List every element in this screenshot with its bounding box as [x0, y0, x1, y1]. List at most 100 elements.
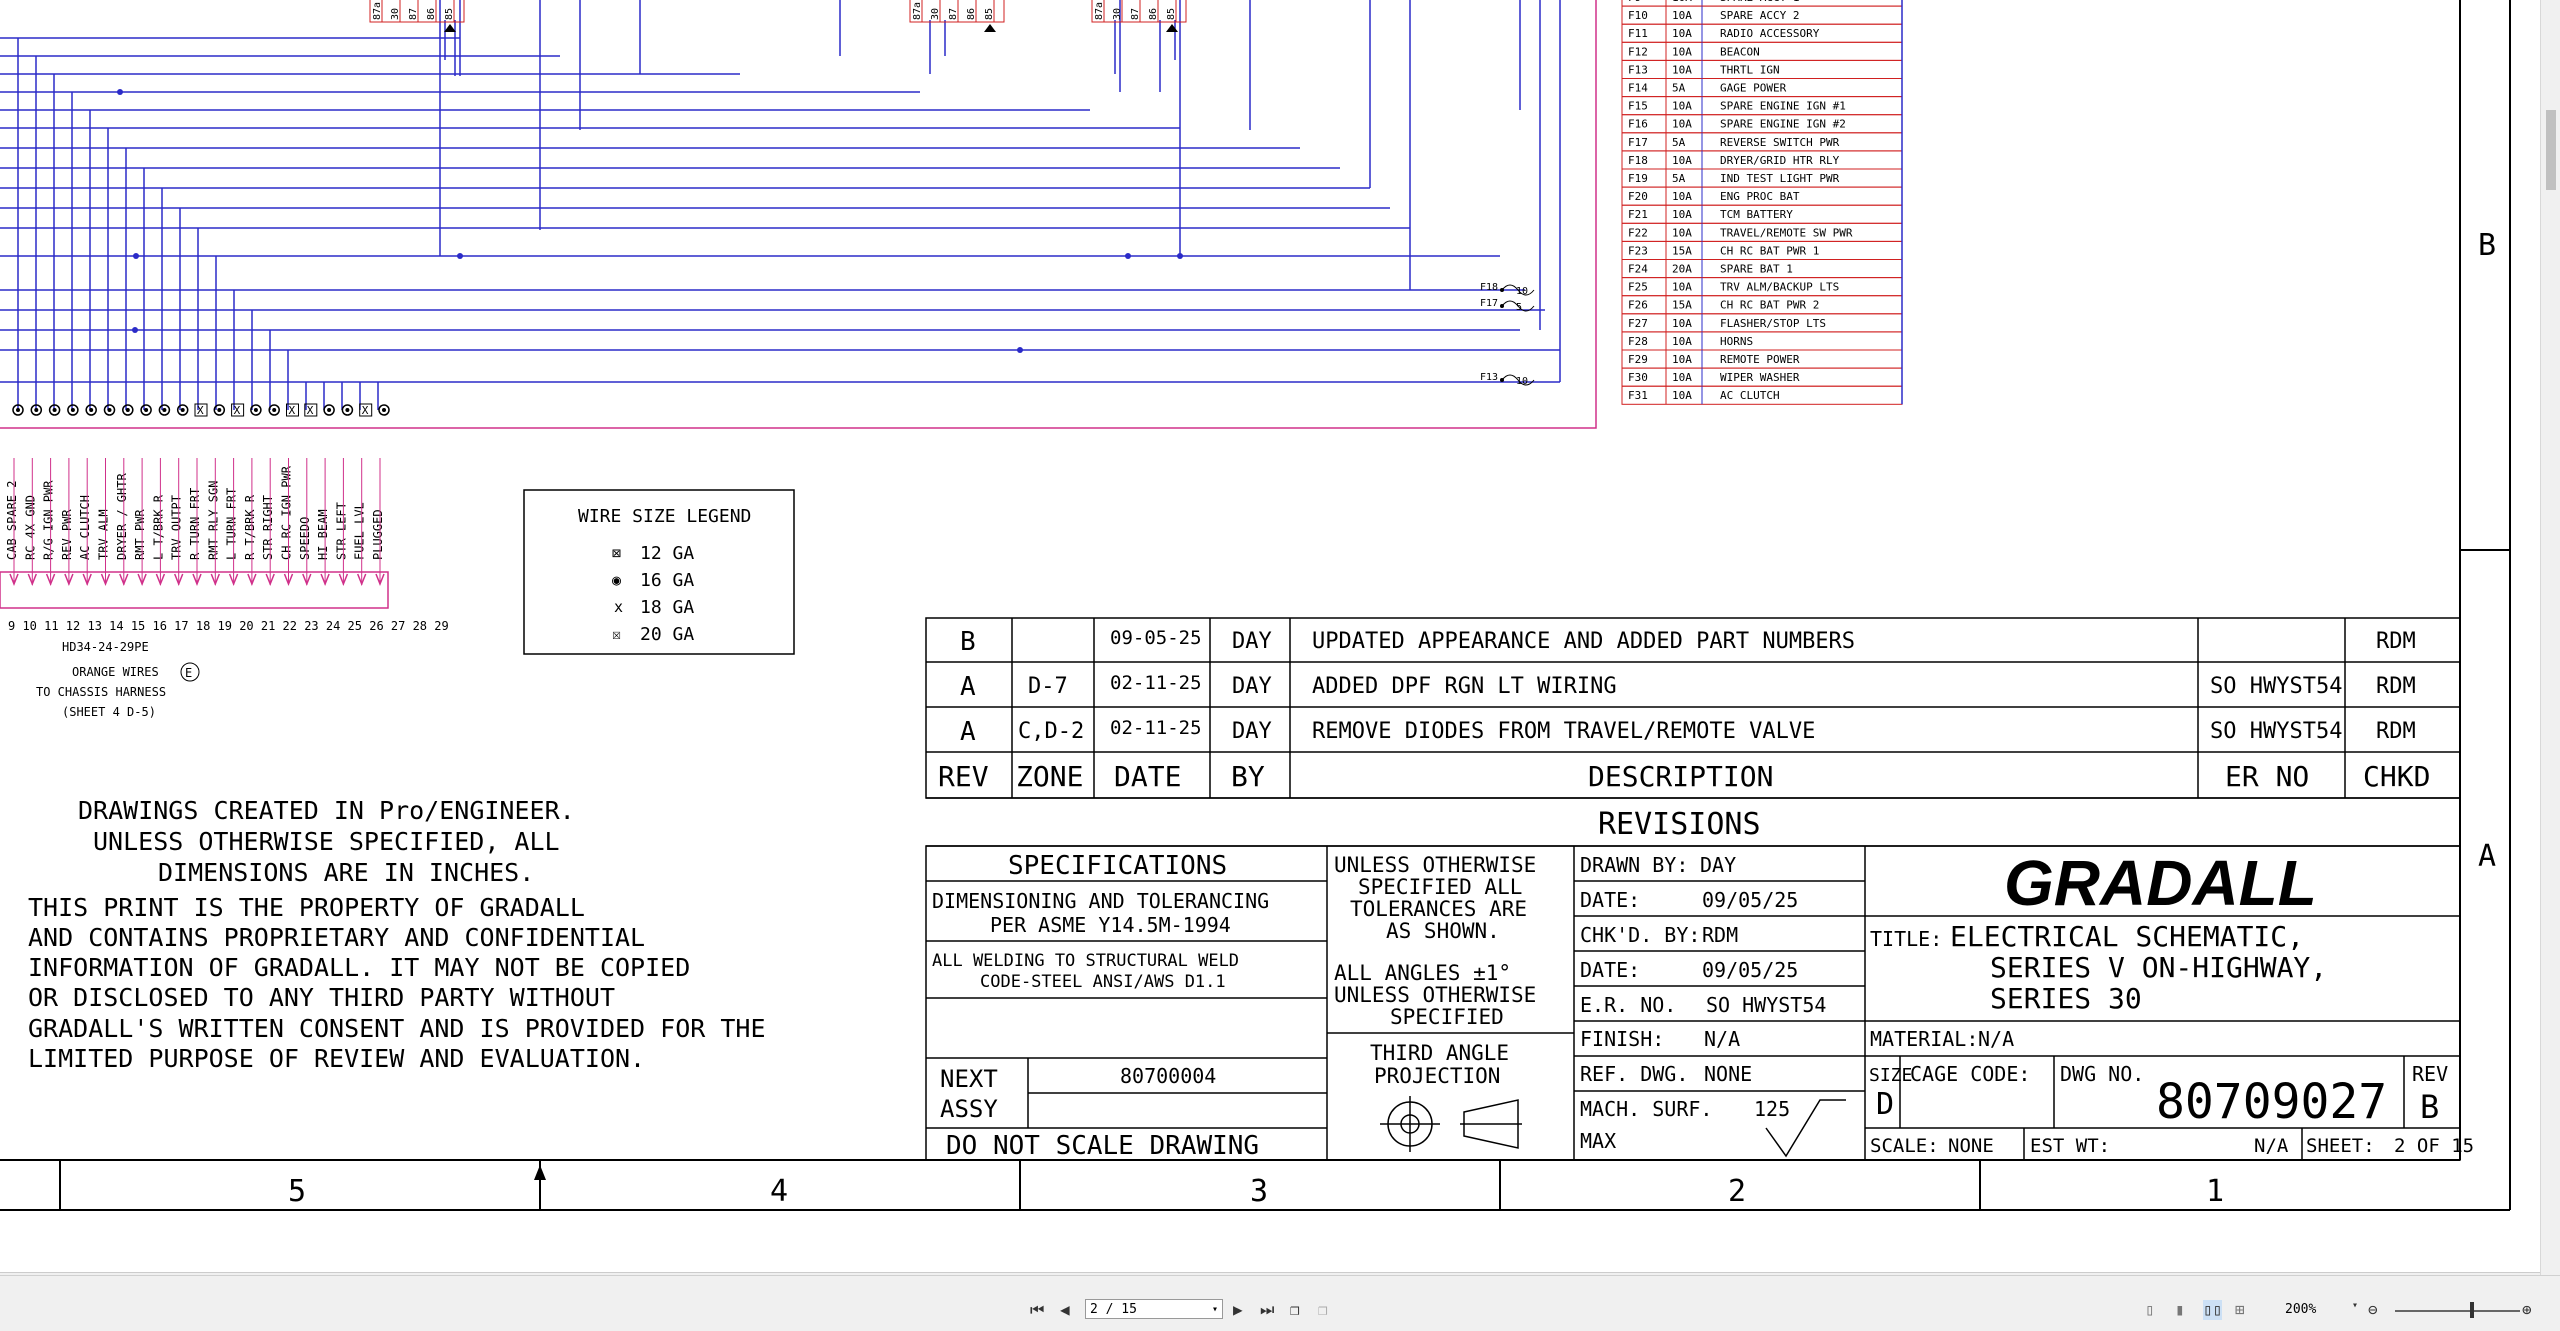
- svg-text:SERIES V ON-HIGHWAY,: SERIES V ON-HIGHWAY,: [1990, 951, 2327, 984]
- svg-text:RDM: RDM: [2376, 719, 2416, 744]
- fuse-desc: DRYER/GRID HTR RLY: [1720, 154, 1840, 167]
- fuse-row: F22 10A TRAVEL/REMOTE SW PWR: [1621, 222, 1903, 242]
- fuse-row: F27 10A FLASHER/STOP LTS: [1621, 313, 1903, 333]
- fit-width-icon[interactable]: ⊞: [2235, 1300, 2245, 1320]
- chevron-down-icon[interactable]: ▾: [1212, 1300, 1218, 1320]
- note-created-1: DRAWINGS CREATED IN Pro/ENGINEER.: [78, 796, 575, 825]
- vertical-scroll-thumb[interactable]: [2546, 110, 2556, 190]
- fuse-amps: 5A: [1672, 136, 1686, 149]
- svg-text:B: B: [960, 627, 976, 657]
- relay-r2: 87a 30 87 86 85: [909, 0, 1005, 32]
- fuse-desc: AC CLUTCH: [1720, 389, 1780, 402]
- wire-label: L T/BRK R: [151, 494, 165, 560]
- svg-text:SO HWYST54: SO HWYST54: [1706, 993, 1826, 1017]
- svg-text:2: 2: [1728, 1174, 1746, 1209]
- wire-label: RMT PWR: [133, 509, 147, 560]
- zoom-slider[interactable]: [2395, 1310, 2520, 1312]
- last-page-icon[interactable]: ⏭: [1260, 1300, 1274, 1320]
- fuse-id: F24: [1628, 263, 1648, 276]
- fuse-tap: F13 10: [1480, 372, 1535, 387]
- svg-text:87a: 87a: [372, 2, 383, 20]
- note-property-5: GRADALL'S WRITTEN CONSENT AND IS PROVIDE…: [28, 1014, 766, 1043]
- zoom-level[interactable]: 200%: [2285, 1302, 2316, 1317]
- svg-text:C,D-2: C,D-2: [1018, 719, 1084, 744]
- fuse-row: F23 15A CH RC BAT PWR 1: [1621, 240, 1903, 260]
- copy-page-icon[interactable]: ❐: [1290, 1300, 1300, 1320]
- svg-text:5: 5: [288, 1174, 306, 1209]
- fuse-desc: RADIO ACCESSORY: [1720, 27, 1820, 40]
- fuse-amps: 10A: [1672, 9, 1692, 22]
- fuse-amps: 10A: [1672, 208, 1692, 221]
- zoom-in-icon[interactable]: ⊕: [2522, 1300, 2532, 1320]
- connector-pin: X: [231, 403, 245, 417]
- svg-text:SO HWYST54: SO HWYST54: [2210, 674, 2342, 699]
- svg-text:02-11-25: 02-11-25: [1110, 672, 1202, 694]
- svg-text:CAGE CODE:: CAGE CODE:: [1910, 1062, 2030, 1086]
- wire-size-legend: WIRE SIZE LEGEND ⊠ 12 GA ◉ 16 GA x 18 GA…: [523, 489, 795, 655]
- wire-labels: CAB SPARE 2 RC 4X GND R/G IGN PWR REV PWR AC…: [5, 458, 385, 585]
- svg-text:2 OF 15: 2 OF 15: [2394, 1135, 2474, 1157]
- fuse-desc: SPARE ACCY 2: [1720, 9, 1799, 22]
- fuse-row: F20 10A ENG PROC BAT: [1621, 186, 1903, 206]
- svg-text:85: 85: [1166, 8, 1177, 20]
- svg-text:REMOVE DIODES FROM TRAVEL/REMO: REMOVE DIODES FROM TRAVEL/REMOTE VALVE: [1312, 719, 1815, 744]
- fuse-desc: WIPER WASHER: [1720, 371, 1800, 384]
- connector-part: HD34-24-29PE: [62, 640, 149, 654]
- svg-text:87a: 87a: [1094, 2, 1105, 20]
- svg-text:THIRD ANGLE: THIRD ANGLE: [1370, 1041, 1509, 1065]
- zoom-out-icon[interactable]: ⊖: [2368, 1300, 2378, 1320]
- svg-text:NONE: NONE: [1704, 1062, 1752, 1086]
- fuse-id: F25: [1628, 281, 1648, 294]
- wire-label: L TURN FRT: [225, 488, 239, 560]
- connector-pin: [176, 404, 189, 416]
- zoom-slider-knob[interactable]: [2470, 1302, 2474, 1318]
- svg-text:REV: REV: [938, 760, 989, 793]
- paste-page-icon[interactable]: ❐: [1318, 1300, 1328, 1320]
- svg-text:CHKD: CHKD: [2363, 760, 2430, 793]
- connector-pin: X: [359, 403, 373, 417]
- revisions-title: REVISIONS: [1598, 807, 1761, 842]
- first-page-icon[interactable]: ⏮: [1030, 1300, 1044, 1320]
- fuse-id: F20: [1628, 190, 1648, 203]
- wire-label: AC CLUTCH: [78, 495, 92, 560]
- fuse-id: F29: [1628, 353, 1648, 366]
- wiring-lines: [0, 0, 1561, 410]
- fuse-amps: 10A: [1672, 317, 1692, 330]
- fuse-table: F9 10A SPARE ACCY 1 F10 10A SPARE ACCY 2 F11 10…: [1621, 0, 1903, 405]
- fuse-row: F28 10A HORNS: [1621, 331, 1903, 351]
- fuse-id: F9: [1628, 0, 1641, 4]
- harness-outline: [0, 0, 1597, 429]
- legend-mark-3: x: [614, 598, 623, 616]
- next-page-icon[interactable]: ▶: [1233, 1300, 1243, 1320]
- svg-text:DATE:: DATE:: [1580, 958, 1640, 982]
- continuous-view-icon[interactable]: ▮: [2175, 1300, 2185, 1320]
- fuse-row: F13 10A THRTL IGN: [1621, 59, 1903, 80]
- svg-text:ALL WELDING TO STRUCTURAL WELD: ALL WELDING TO STRUCTURAL WELD: [932, 951, 1239, 971]
- pin-numbers: 9 10 11 12 13 14 15 16 17 18 19 20 21 22…: [8, 619, 449, 633]
- wire-label: RMT RLY SGN: [206, 481, 220, 560]
- page-number-input[interactable]: 2 / 15 ▾: [1085, 1299, 1223, 1319]
- previous-page-icon[interactable]: ◀: [1060, 1300, 1070, 1320]
- svg-text:F18: F18: [1480, 282, 1498, 293]
- svg-text:09/05/25: 09/05/25: [1702, 888, 1798, 912]
- svg-text:3: 3: [1250, 1174, 1268, 1209]
- fuse-row: F16 10A SPARE ENGINE IGN #2: [1621, 114, 1903, 134]
- note-property-3: INFORMATION OF GRADALL. IT MAY NOT BE CO…: [28, 953, 690, 982]
- fuse-id: F28: [1628, 335, 1648, 348]
- connector-note-1: ORANGE WIRES: [72, 665, 159, 679]
- two-page-view-icon[interactable]: ▯▯: [2203, 1300, 2223, 1320]
- fuse-id: F31: [1628, 389, 1648, 402]
- wire-label: TRV OUTPT: [170, 495, 184, 560]
- zoom-dropdown-icon[interactable]: ▾: [2352, 1300, 2358, 1320]
- fuse-amps: 10A: [1672, 45, 1692, 58]
- svg-text:86: 86: [966, 8, 977, 20]
- svg-text:X: X: [289, 404, 296, 417]
- relay-r3: 87a 30 87 86 85: [1091, 0, 1187, 32]
- wire-label: STR RIGHT: [261, 495, 275, 560]
- svg-text:SPECIFICATIONS: SPECIFICATIONS: [1008, 851, 1227, 881]
- connector-pin: [378, 404, 390, 416]
- svg-text:CODE-STEEL ANSI/AWS D1.1: CODE-STEEL ANSI/AWS D1.1: [980, 972, 1226, 992]
- single-page-view-icon[interactable]: ▯: [2145, 1300, 2155, 1320]
- vertical-scrollbar[interactable]: [2540, 0, 2560, 1275]
- fuse-id: F26: [1628, 299, 1648, 312]
